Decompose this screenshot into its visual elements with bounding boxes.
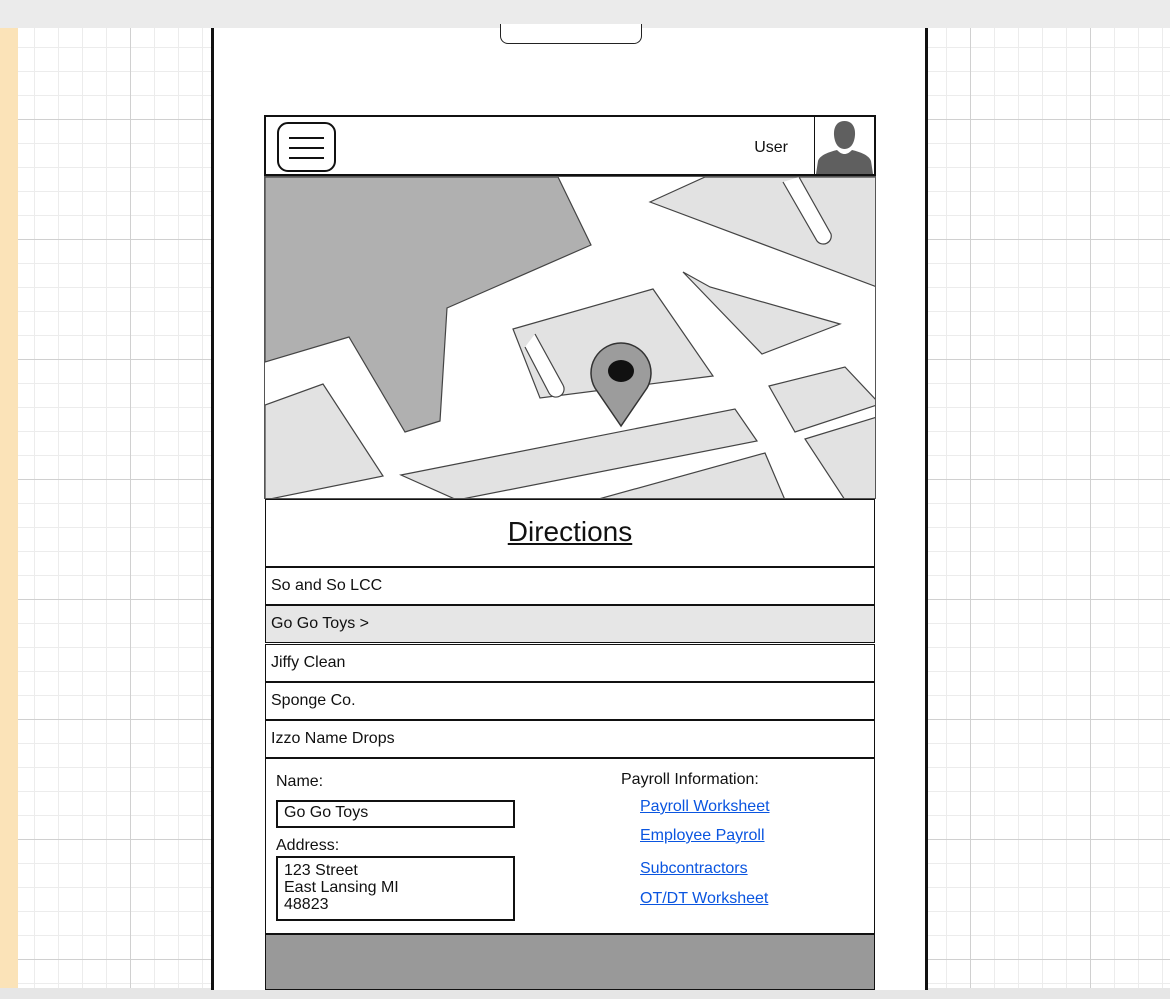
list-item-izzo-name-drops[interactable]: Izzo Name Drops — [265, 720, 875, 758]
app-header: User — [264, 115, 876, 176]
list-item-jiffy-clean[interactable]: Jiffy Clean — [265, 644, 875, 682]
name-field[interactable]: Go Go Toys — [276, 800, 515, 828]
address-label: Address: — [276, 837, 340, 854]
map-view[interactable] — [264, 176, 876, 499]
employee-payroll-link[interactable]: Employee Payroll — [640, 827, 765, 845]
list-item-go-go-toys[interactable]: Go Go Toys > — [265, 605, 875, 643]
address-field[interactable]: 123 Street East Lansing MI 48823 — [276, 856, 515, 921]
phone-speaker — [500, 24, 642, 44]
list-item-so-and-so-lcc[interactable]: So and So LCC — [265, 567, 875, 605]
ot-dt-worksheet-link[interactable]: OT/DT Worksheet — [640, 890, 768, 908]
payroll-heading: Payroll Information: — [621, 771, 759, 788]
directions-title: Directions — [507, 516, 633, 547]
phone-screen: User Directions So and So LCC Go Go Toys… — [264, 115, 876, 990]
directions-button[interactable]: Directions — [265, 499, 875, 567]
address-line: 123 Street — [284, 862, 358, 879]
payroll-worksheet-link[interactable]: Payroll Worksheet — [640, 798, 770, 816]
user-label: User — [754, 139, 788, 156]
company-details-panel: Name: Go Go Toys Address: 123 Street Eas… — [265, 758, 875, 934]
address-line: East Lansing MI — [284, 879, 399, 896]
menu-button[interactable] — [277, 122, 336, 172]
name-label: Name: — [276, 773, 324, 790]
user-silhouette-icon — [815, 117, 874, 174]
name-field-value: Go Go Toys — [284, 804, 369, 821]
address-line: 48823 — [284, 896, 329, 913]
subcontractors-link[interactable]: Subcontractors — [640, 860, 748, 878]
avatar[interactable] — [814, 117, 874, 174]
footer-bar — [265, 934, 875, 990]
list-item-sponge-co[interactable]: Sponge Co. — [265, 682, 875, 720]
